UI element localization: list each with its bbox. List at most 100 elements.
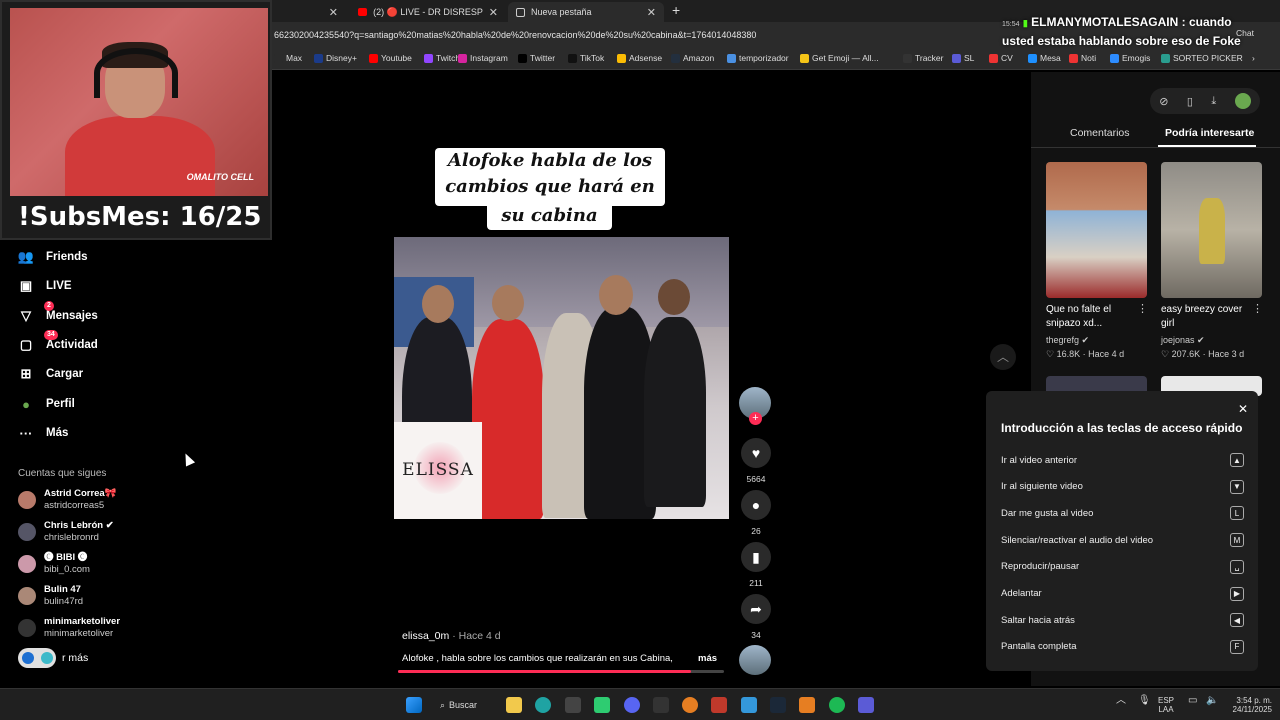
bookmark-item[interactable]: Instagram <box>458 53 508 63</box>
subs-counter: !SubsMes: 16/25 <box>18 202 262 232</box>
close-tab-icon[interactable]: ✕ <box>329 6 338 19</box>
search-label: Buscar <box>449 700 478 710</box>
following-item[interactable]: 🅒 BIBI 🅒bibi_0.com <box>18 552 90 576</box>
bookmark-item[interactable]: Adsense <box>617 53 662 63</box>
discord-icon[interactable] <box>624 697 640 713</box>
screen: ✕ (2) 🔴 LIVE - DR DISRESPECT - AF ✕ Nuev… <box>0 0 1280 720</box>
taskbar-search[interactable]: ⌕ Buscar <box>440 696 477 714</box>
tab-suggested[interactable]: Podría interesarte <box>1165 127 1254 139</box>
save-button[interactable]: ▮ <box>741 542 771 572</box>
sidebar-item-más[interactable]: ··· Más <box>18 422 69 444</box>
volume-icon[interactable]: 🔈 <box>1206 696 1218 706</box>
chevron-right-icon[interactable]: › <box>1252 53 1255 63</box>
bookmark-item[interactable]: Tracker <box>903 53 944 63</box>
phone-icon[interactable]: ▯ <box>1187 95 1193 108</box>
more-description-button[interactable]: más <box>698 653 717 664</box>
bookmark-item[interactable]: Max <box>274 53 302 63</box>
bookmark-item[interactable]: SL <box>952 53 974 63</box>
bookmark-item[interactable]: Amazon <box>671 53 714 63</box>
app-icon[interactable] <box>682 697 698 713</box>
video-author[interactable]: elissa_0m · Hace 4 d <box>402 630 501 642</box>
app-icon[interactable] <box>711 697 727 713</box>
bookmark-item[interactable]: Youtube <box>369 53 412 63</box>
sidebar-item-friends[interactable]: 👥 Friends <box>18 246 88 268</box>
clock[interactable]: 3:54 p. m. 24/11/2025 <box>1224 696 1272 714</box>
sidebar-item-live[interactable]: ▣ LIVE <box>18 275 72 297</box>
epic-games-icon[interactable] <box>653 697 669 713</box>
following-item[interactable]: Chris Lebrón ✔ chrislebronrd <box>18 520 114 544</box>
lang-top: ESP <box>1158 696 1175 705</box>
bookmark-item[interactable]: Twitch <box>424 53 460 63</box>
download-icon[interactable]: ⤓ <box>1211 95 1216 108</box>
app-icon[interactable] <box>858 697 874 713</box>
bookmark-item[interactable]: Disney+ <box>314 53 357 63</box>
chat-button[interactable]: Chat <box>1236 28 1254 38</box>
author-name[interactable]: elissa_0m <box>402 630 449 642</box>
more-options-icon[interactable]: ⋮ <box>1252 302 1263 315</box>
following-item[interactable]: Astrid Correa🎀 astridcorreas5 <box>18 488 117 512</box>
bookmark-item[interactable]: TikTok <box>568 53 604 63</box>
shortcut-label: Saltar hacia atrás <box>1001 614 1075 626</box>
bookmark-item[interactable]: SORTEO PICKER <box>1161 53 1243 63</box>
suggested-user[interactable]: joejonas ✔ <box>1161 335 1205 346</box>
suggested-video-thumb[interactable] <box>1046 162 1147 298</box>
tab-comments[interactable]: Comentarios <box>1070 127 1130 139</box>
chevron-up-icon[interactable]: ︿ <box>990 344 1016 370</box>
app-icon[interactable] <box>565 697 581 713</box>
bookmark-item[interactable]: Get Emoji — All... <box>800 53 879 63</box>
close-icon[interactable]: ✕ <box>1238 402 1248 416</box>
suggested-video-thumb[interactable] <box>1161 162 1262 298</box>
suggested-title[interactable]: easy breezy cover girl <box>1161 303 1251 331</box>
sidebar-item-mensajes[interactable]: ▽ 2 Mensajes <box>18 301 98 327</box>
compass-icon[interactable]: ⊘ <box>1159 95 1168 108</box>
next-video-avatar[interactable] <box>739 645 771 675</box>
steam-icon[interactable] <box>770 697 786 713</box>
browser-tab-live[interactable]: (2) 🔴 LIVE - DR DISRESPECT - AF ✕ <box>350 2 506 22</box>
profile-icon: ● <box>22 396 30 412</box>
sidebar-item-perfil[interactable]: ● Perfil <box>18 393 75 415</box>
browser-tab[interactable]: ✕ <box>272 2 346 22</box>
shortcut-label: Ir al siguiente video <box>1001 481 1083 493</box>
suggested-title[interactable]: Que no falte el snipazo xd... <box>1046 303 1136 331</box>
language-indicator[interactable]: ESP LAA <box>1158 696 1174 714</box>
following-name: minimarketoliver <box>44 616 121 627</box>
bookmark-item[interactable]: temporizador <box>727 53 789 63</box>
like-button[interactable]: ♥ <box>741 438 771 468</box>
shortcut-key: M <box>1230 533 1244 548</box>
avatar[interactable] <box>1234 93 1251 109</box>
file-explorer-icon[interactable] <box>506 697 522 713</box>
comment-button[interactable]: ● <box>741 490 771 520</box>
spotify-icon[interactable] <box>829 697 845 713</box>
close-tab-icon[interactable]: ✕ <box>647 6 656 19</box>
edge-icon[interactable] <box>535 697 551 713</box>
more-options-icon[interactable]: ⋮ <box>1137 302 1148 315</box>
app-icon[interactable] <box>799 697 815 713</box>
following-text: Bulin 47 bulin47rd <box>44 584 83 608</box>
close-tab-icon[interactable]: ✕ <box>489 6 498 19</box>
network-icon[interactable]: ▭ <box>1188 696 1197 706</box>
following-item[interactable]: minimarketoliver minimarketoliver <box>18 616 120 640</box>
url-text[interactable]: 662302004235540?q=santiago%20matias%20ha… <box>274 30 756 40</box>
sidebar-item-actividad[interactable]: ▢ 34 Actividad <box>18 330 98 356</box>
app-icon[interactable] <box>741 697 757 713</box>
sidebar-item-cargar[interactable]: ⊞ Cargar <box>18 363 84 385</box>
video-progress-bar[interactable] <box>398 670 724 673</box>
windows-start-icon[interactable] <box>406 697 422 713</box>
bookmark-item[interactable]: CV <box>989 53 1013 63</box>
microphone-icon[interactable]: 🎙 <box>1138 696 1151 706</box>
bookmark-item[interactable]: Emogis <box>1110 53 1150 63</box>
see-more-button[interactable]: r más <box>18 648 88 668</box>
avatar <box>18 555 36 573</box>
bookmark-item[interactable]: Twitter <box>518 53 555 63</box>
bookmark-icon <box>274 53 283 63</box>
follow-plus-icon[interactable]: + <box>749 412 762 425</box>
suggested-user[interactable]: thegrefg ✔ <box>1046 335 1089 346</box>
browser-tab-new[interactable]: Nueva pestaña ✕ <box>508 2 664 22</box>
chevron-up-icon[interactable]: ︿ <box>1116 696 1126 706</box>
bookmark-item[interactable]: Noti <box>1069 53 1096 63</box>
app-icon[interactable] <box>594 697 610 713</box>
bookmark-item[interactable]: Mesa <box>1028 53 1061 63</box>
new-tab-button[interactable]: + <box>672 2 680 18</box>
share-button[interactable]: ➦ <box>741 594 771 624</box>
following-item[interactable]: Bulin 47 bulin47rd <box>18 584 83 608</box>
